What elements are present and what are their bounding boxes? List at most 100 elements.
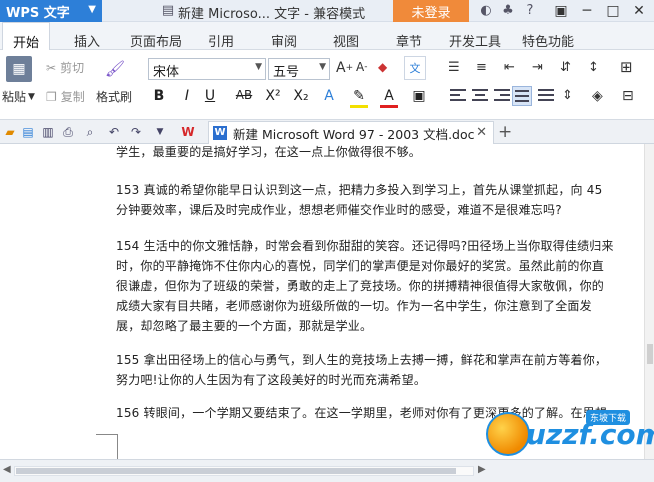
close-button[interactable]: ✕ xyxy=(626,0,652,22)
paste-icon[interactable]: ▦ xyxy=(6,56,32,82)
undo-icon[interactable]: ↶ xyxy=(106,124,122,140)
shrink-font-button[interactable]: A- xyxy=(356,60,367,74)
borders-icon[interactable]: ⊟ xyxy=(622,88,634,104)
chevron-down-icon: ▼ xyxy=(88,4,96,15)
highlight-icon[interactable]: ✎ xyxy=(350,88,368,108)
justify-icon[interactable] xyxy=(512,86,532,106)
chevron-down-icon: ▼ xyxy=(319,62,326,72)
font-color-icon[interactable]: A xyxy=(380,88,398,108)
table-icon[interactable]: ⊞ xyxy=(620,58,633,76)
document-icon: ▤ xyxy=(161,3,175,18)
paragraph[interactable]: 153 真诚的希望你能早日认识到这一点，把精力多投入到学习上，首先从课堂抓起，向… xyxy=(116,180,616,220)
document-tab[interactable]: W 新建 Microsoft Word 97 - 2003 文档.doc ✕ xyxy=(208,121,494,144)
logo-ball-icon xyxy=(486,412,530,456)
subscript-button[interactable]: X₂ xyxy=(290,88,312,108)
align-right-icon[interactable] xyxy=(492,86,512,106)
quick-access-dropdown-icon[interactable]: ▼ xyxy=(152,124,168,140)
document-tab-strip: ▰ ▤ ▥ ⎙ ⌕ ↶ ↷ ▼ W W 新建 Microsoft Word 97… xyxy=(0,120,654,144)
save-icon[interactable]: ▤ xyxy=(20,124,36,140)
bullet-list-icon[interactable]: ☰ xyxy=(448,60,460,75)
paste-button[interactable]: 粘贴 ▼ xyxy=(2,88,35,105)
redo-icon[interactable]: ↷ xyxy=(128,124,144,140)
tab-references[interactable]: 引用 xyxy=(208,31,234,50)
tab-home[interactable]: 开始 xyxy=(2,22,51,51)
cut-button[interactable]: ✂ 剪切 xyxy=(46,59,84,76)
paste-label: 粘贴 xyxy=(2,90,27,104)
scroll-left-arrow-icon[interactable]: ◀ xyxy=(3,464,11,475)
phonetic-guide-icon[interactable]: 文 xyxy=(404,56,426,80)
text-effect-icon[interactable]: A xyxy=(320,88,338,108)
align-center-icon[interactable] xyxy=(470,86,490,106)
site-watermark-logo: 东坡下载 uzzf.com xyxy=(486,408,654,458)
scissors-icon: ✂ xyxy=(46,60,57,75)
wps-w-logo-icon[interactable]: W xyxy=(180,124,196,140)
sort-icon[interactable]: ↕ xyxy=(588,60,599,75)
underline-button[interactable]: U xyxy=(201,88,219,108)
new-tab-icon[interactable]: + xyxy=(498,122,512,142)
superscript-button[interactable]: X² xyxy=(262,88,284,108)
tab-review[interactable]: 审阅 xyxy=(271,31,297,50)
open-folder-icon[interactable]: ▰ xyxy=(2,124,18,140)
print-icon[interactable]: ⎙ xyxy=(60,124,76,140)
tab-view[interactable]: 视图 xyxy=(333,31,359,50)
chevron-down-icon: ▼ xyxy=(28,91,35,102)
tab-sections[interactable]: 章节 xyxy=(396,31,422,50)
text-direction-icon[interactable]: ⇵ xyxy=(560,60,571,75)
app-name: WPS 文字 xyxy=(6,5,70,21)
align-left-icon[interactable] xyxy=(448,86,468,106)
font-family-dropdown[interactable]: 宋体 ▼ xyxy=(148,58,266,80)
char-shading-icon[interactable]: ▣ xyxy=(410,88,428,108)
horizontal-scrollbar[interactable]: ◀ ▶ xyxy=(0,459,654,482)
login-button[interactable]: 未登录 xyxy=(393,0,469,22)
numbered-list-icon[interactable]: ≡ xyxy=(476,60,487,75)
scroll-thumb[interactable] xyxy=(647,344,653,364)
font-family-value: 宋体 xyxy=(153,65,180,80)
maximize-button[interactable]: □ xyxy=(600,0,626,22)
skin-icon[interactable]: ◐ xyxy=(478,3,494,19)
print-preview-icon[interactable]: ⌕ xyxy=(82,124,98,140)
tab-insert[interactable]: 插入 xyxy=(74,31,100,50)
format-painter-icon[interactable]: 🖌 xyxy=(104,56,126,80)
help-icon[interactable]: ? xyxy=(522,3,538,19)
copy-icon: ❐ xyxy=(46,89,57,104)
word-doc-icon: W xyxy=(213,126,227,140)
watermark-text: uzzf.com xyxy=(526,418,654,451)
paragraph[interactable]: 学生，最重要的是搞好学习，在这一点上你做得很不够。 xyxy=(116,144,616,162)
font-size-dropdown[interactable]: 五号 ▼ xyxy=(268,58,330,80)
scroll-track[interactable] xyxy=(14,466,474,476)
copy-button[interactable]: ❐ 复制 xyxy=(46,88,85,105)
decrease-indent-icon[interactable]: ⇤ xyxy=(504,60,515,75)
shirt-icon[interactable]: ♣ xyxy=(500,3,516,19)
tab-page-layout[interactable]: 页面布局 xyxy=(130,31,182,50)
tab-developer[interactable]: 开发工具 xyxy=(449,31,501,50)
format-painter-button[interactable]: 格式刷 xyxy=(96,88,132,105)
close-tab-icon[interactable]: ✕ xyxy=(476,125,487,140)
paragraph[interactable]: 154 生活中的你文雅恬静，时常会看到你甜甜的笑容。还记得吗?田径场上当你取得佳… xyxy=(116,236,616,336)
shading-fill-icon[interactable]: ◈ xyxy=(592,88,603,104)
strikethrough-button[interactable]: AB xyxy=(232,88,256,108)
bold-button[interactable]: B xyxy=(150,88,168,108)
clear-format-icon[interactable]: ◆ xyxy=(378,60,387,74)
distributed-align-icon[interactable] xyxy=(536,86,556,106)
document-tab-name: 新建 Microsoft Word 97 - 2003 文档.doc xyxy=(233,126,475,142)
italic-button[interactable]: I xyxy=(178,88,196,108)
cut-label: 剪切 xyxy=(60,61,85,75)
scroll-right-arrow-icon[interactable]: ▶ xyxy=(478,464,486,475)
menu-bar: 开始 插入 页面布局 引用 审阅 视图 章节 开发工具 特色功能 xyxy=(0,22,654,51)
font-size-value: 五号 xyxy=(273,65,300,80)
scroll-thumb[interactable] xyxy=(16,468,456,474)
window-title: 新建 Microso... 文字 - 兼容模式 xyxy=(178,7,366,22)
paragraph[interactable]: 155 拿出田径场上的信心与勇气，到人生的竞技场上去搏一搏，鲜花和掌声在前方等着… xyxy=(116,350,616,390)
minimize-button[interactable]: ─ xyxy=(574,0,600,22)
chevron-down-icon: ▼ xyxy=(255,62,262,72)
increase-indent-icon[interactable]: ⇥ xyxy=(532,60,543,75)
output-pdf-icon[interactable]: ▥ xyxy=(40,124,56,140)
wps-app-menu-button[interactable]: WPS 文字 ▼ xyxy=(0,0,102,22)
grow-font-button[interactable]: A + xyxy=(336,60,353,76)
line-spacing-icon[interactable]: ⇕ xyxy=(562,88,573,103)
copy-label: 复制 xyxy=(60,90,85,104)
ribbon: ▦ 粘贴 ▼ ✂ 剪切 ❐ 复制 🖌 格式刷 宋体 ▼ 五号 ▼ A + A- ◆… xyxy=(0,50,654,120)
restore-down-button[interactable]: ▣ xyxy=(548,0,574,22)
tab-special-features[interactable]: 特色功能 xyxy=(522,31,574,50)
page-corner-mark xyxy=(96,434,118,459)
